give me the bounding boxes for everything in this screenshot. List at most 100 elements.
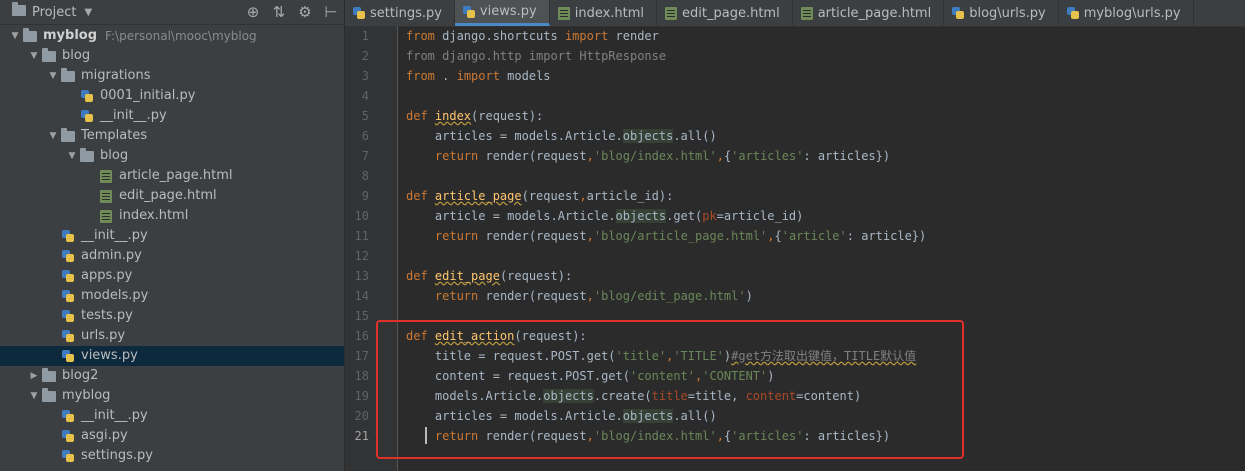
chevron-down-icon[interactable]: ▼	[65, 146, 79, 166]
tree-item[interactable]: ▼views.py	[0, 346, 344, 366]
tree-item[interactable]: ▼__init__.py	[0, 106, 344, 126]
code-line[interactable]	[406, 306, 1245, 326]
code-token: return	[434, 229, 479, 243]
editor-tab[interactable]: article_page.html	[793, 0, 945, 26]
code-line[interactable]: return render(request,'blog/edit_page.ht…	[406, 286, 1245, 306]
tree-item[interactable]: ▼tests.py	[0, 306, 344, 326]
python-file-icon	[462, 5, 475, 18]
code-token: content	[745, 389, 797, 403]
tree-item[interactable]: ▼models.py	[0, 286, 344, 306]
code-token: article_page	[434, 189, 522, 203]
editor-tab[interactable]: edit_page.html	[657, 0, 793, 26]
code-line[interactable]: content = request.POST.get('content','CO…	[406, 366, 1245, 386]
code-line[interactable]: def index(request):	[406, 106, 1245, 126]
collapse-all-icon[interactable]: ⇅	[266, 3, 292, 21]
code-line[interactable]: def edit_page(request):	[406, 266, 1245, 286]
code-line[interactable]	[406, 246, 1245, 266]
code-line[interactable]: article = models.Article.objects.get(pk=…	[406, 206, 1245, 226]
code-token: def	[406, 189, 435, 203]
editor-tab[interactable]: views.py	[454, 0, 550, 26]
code-line[interactable]: return render(request,'blog/article_page…	[406, 226, 1245, 246]
project-panel: Project ▼ ⊕ ⇅ ⚙ ⊢ ▼ myblog F:\personal\moo…	[0, 0, 345, 471]
tree-item[interactable]: ▼edit_page.html	[0, 186, 344, 206]
tree-item[interactable]: ▼index.html	[0, 206, 344, 226]
code-line[interactable]: from django.http import HttpResponse	[406, 46, 1245, 66]
folder-icon	[41, 387, 57, 403]
code-token: .create(	[593, 389, 652, 403]
code-token: ,	[716, 429, 724, 443]
code-line[interactable]: return render(request,'blog/index.html',…	[406, 146, 1245, 166]
chevron-down-icon[interactable]: ▼	[27, 46, 41, 66]
editor-tab-label: article_page.html	[817, 5, 932, 21]
tree-item[interactable]: ▼ myblog	[0, 386, 344, 406]
code-token: =article_id)	[716, 209, 804, 223]
code-content[interactable]: from django.shortcuts import render from …	[406, 26, 1245, 471]
chevron-down-icon[interactable]: ▼	[46, 126, 60, 146]
line-number: 16	[354, 329, 369, 343]
code-token: {	[774, 229, 782, 243]
editor-tab[interactable]: settings.py	[345, 0, 455, 26]
code-token: def	[406, 109, 435, 123]
tree-item[interactable]: ▼ blog	[0, 46, 344, 66]
chevron-right-icon[interactable]: ▶	[27, 366, 41, 386]
tree-item[interactable]: ▼__init__.py	[0, 226, 344, 246]
tree-item-label: views.py	[81, 348, 138, 363]
code-line[interactable]	[406, 166, 1245, 186]
tree-item[interactable]: ▶ blog2	[0, 366, 344, 386]
html-file-icon	[557, 6, 570, 20]
code-line[interactable]: from . import models	[406, 66, 1245, 86]
code-line[interactable]: articles = models.Article.objects.all()	[406, 406, 1245, 426]
tree-item[interactable]: ▼asgi.py	[0, 426, 344, 446]
locate-icon[interactable]: ⊕	[240, 3, 266, 21]
tree-item[interactable]: ▼admin.py	[0, 246, 344, 266]
tree-item[interactable]: ▼ migrations	[0, 66, 344, 86]
editor-tab[interactable]: index.html	[550, 0, 658, 26]
line-number: 12	[354, 249, 369, 263]
chevron-down-icon[interactable]: ▼	[46, 66, 60, 86]
code-line[interactable]	[406, 86, 1245, 106]
tree-item-label: migrations	[81, 68, 151, 83]
tree-item[interactable]: ▼article_page.html	[0, 166, 344, 186]
html-file-icon	[98, 209, 114, 223]
code-line[interactable]: return render(request,'blog/index.html',…	[406, 426, 1245, 446]
tree-item[interactable]: ▼ Templates	[0, 126, 344, 146]
tree-item[interactable]: ▼__init__.py	[0, 406, 344, 426]
python-file-icon	[1066, 7, 1079, 19]
tree-item[interactable]: ▼ myblog F:\personal\mooc\myblog	[0, 26, 344, 46]
code-line[interactable]: from django.shortcuts import render	[406, 26, 1245, 46]
editor-tab-label: edit_page.html	[682, 5, 780, 21]
code-line[interactable]: articles = models.Article.objects.all()	[406, 126, 1245, 146]
python-file-icon	[60, 349, 76, 363]
tree-item[interactable]: ▼settings.py	[0, 446, 344, 466]
tree-item[interactable]: ▼apps.py	[0, 266, 344, 286]
editor-tab[interactable]: myblog\urls.py	[1059, 0, 1194, 26]
html-file-icon	[665, 6, 678, 20]
chevron-down-icon[interactable]: ▼	[27, 386, 41, 406]
code-token: 'article'	[781, 229, 847, 243]
code-line[interactable]: models.Article.objects.create(title=titl…	[406, 386, 1245, 406]
tree-item-label: Templates	[81, 128, 148, 143]
code-token: return	[434, 429, 479, 443]
line-number: 20	[354, 409, 369, 423]
code-token: (request):	[471, 109, 544, 123]
python-file-icon	[79, 109, 95, 123]
project-view-selector[interactable]: Project ▼	[12, 1, 92, 20]
editor-tab[interactable]: blog\urls.py	[944, 0, 1059, 26]
python-file-icon	[60, 329, 76, 343]
code-token: render(request	[478, 229, 587, 243]
chevron-down-icon[interactable]: ▼	[8, 26, 22, 46]
gear-icon[interactable]: ⚙	[292, 3, 318, 21]
code-token: ,	[586, 429, 594, 443]
code-line[interactable]: title = request.POST.get('title','TITLE'…	[406, 346, 1245, 366]
tree-item[interactable]: ▼ blog	[0, 146, 344, 166]
code-token: 'content'	[629, 369, 695, 383]
tree-item[interactable]: ▼0001_initial.py	[0, 86, 344, 106]
code-token: from	[406, 69, 435, 83]
line-number: 10	[354, 209, 369, 223]
line-number: 13	[354, 269, 369, 283]
code-line[interactable]: def edit_action(request):	[406, 326, 1245, 346]
hide-icon[interactable]: ⊢	[318, 3, 344, 21]
tree-item[interactable]: ▼urls.py	[0, 326, 344, 346]
code-line[interactable]: def article_page(request,article_id):	[406, 186, 1245, 206]
code-token: objects	[615, 209, 667, 223]
